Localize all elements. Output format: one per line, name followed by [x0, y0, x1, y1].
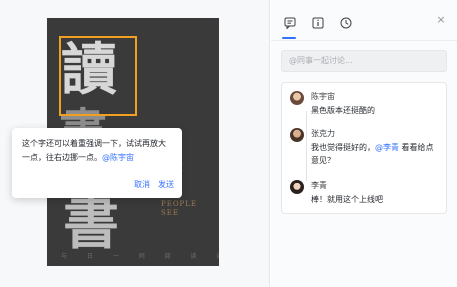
panel-tabs	[281, 14, 355, 32]
popup-text: 这个字还可以着重强调一下，试试再放大一点，往右边挪一点。@陈宇宙	[22, 137, 172, 165]
active-tab-indicator	[282, 37, 296, 39]
history-icon[interactable]	[337, 14, 355, 32]
popup-mention[interactable]: @陈宇宙	[102, 153, 134, 162]
send-button[interactable]: 发送	[158, 179, 174, 190]
avatar[interactable]	[290, 91, 304, 105]
popup-actions: 取消 发送	[134, 179, 174, 190]
comment-thread: 陈宇宙 黑色版本还挺酷的 张克力 我也觉得挺好的，@李青 看看给点意见？ 李青 …	[281, 82, 447, 214]
close-icon[interactable]: ×	[435, 14, 447, 26]
poster-footer-text: 与 日 一 同 阅 读 自 一 书	[61, 253, 219, 260]
comment-body-prefix: 我也觉得挺好的，	[311, 143, 375, 152]
canvas: 讀 書 書 阿 之大 PEOPLE SEE 与 日 一 同 阅 读 自 一 书 …	[0, 0, 270, 287]
comment-body: 棒！就用这个上线吧	[311, 195, 383, 204]
poster-see-text: SEE	[161, 209, 180, 217]
thread-line	[306, 111, 307, 181]
comment-mention[interactable]: @李青	[375, 143, 399, 152]
comment-icon[interactable]	[281, 14, 299, 32]
info-icon[interactable]	[309, 14, 327, 32]
discussion-input[interactable]: @同事一起讨论...	[281, 50, 447, 72]
comment-panel: × @同事一起讨论... 陈宇宙 黑色版本还挺酷的 张克力 我也觉得挺好的，@李…	[271, 0, 457, 287]
avatar[interactable]	[290, 180, 304, 194]
comment-body: 黑色版本还挺酷的	[311, 106, 375, 115]
cancel-button[interactable]: 取消	[134, 179, 150, 190]
comment-body: 我也觉得挺好的，@李青 看看给点意见？	[311, 141, 441, 167]
poster-people-text: PEOPLE	[161, 200, 198, 208]
selection-box[interactable]	[59, 36, 137, 116]
poster-char-bottom: 書	[63, 191, 119, 257]
comment-author: 张克力	[311, 129, 335, 138]
comment-author: 李青	[311, 181, 327, 190]
divider	[271, 40, 457, 41]
popup-message: 这个字还可以着重强调一下，试试再放大一点，往右边挪一点。	[22, 139, 166, 162]
comment-popup: 这个字还可以着重强调一下，试试再放大一点，往右边挪一点。@陈宇宙 取消 发送	[12, 128, 182, 198]
comment-author: 陈宇宙	[311, 92, 335, 101]
avatar[interactable]	[290, 128, 304, 142]
